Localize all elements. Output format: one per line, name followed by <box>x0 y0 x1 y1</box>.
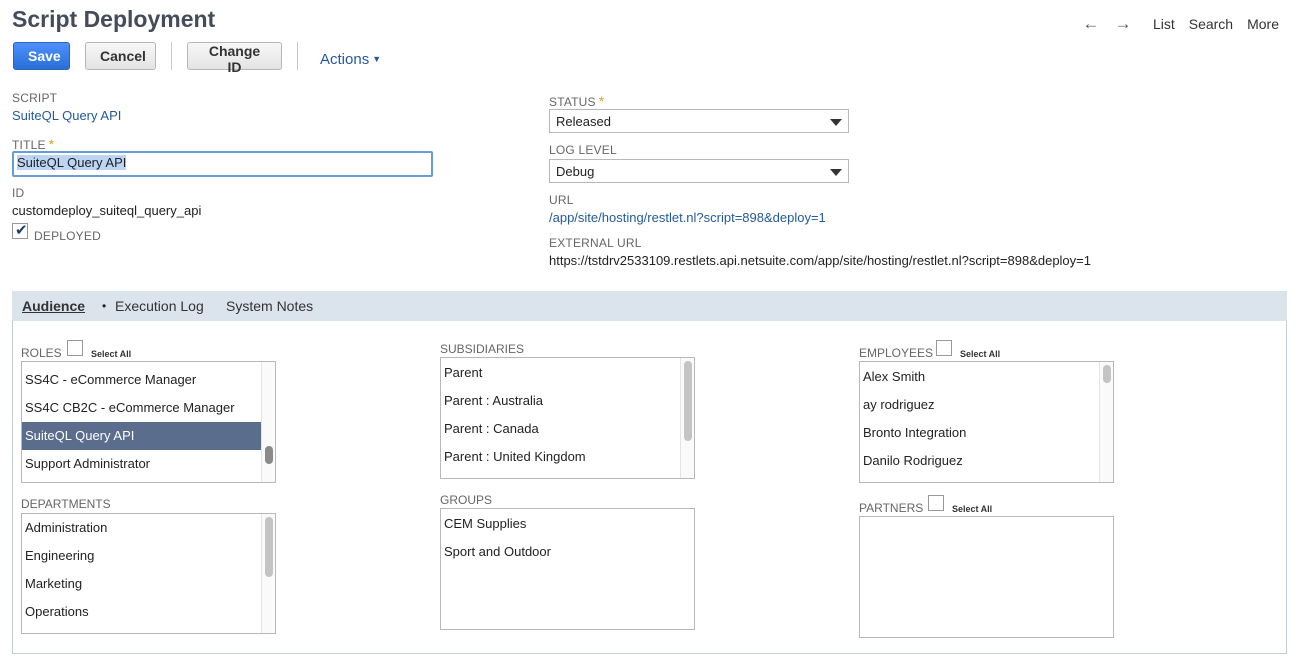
list-item[interactable]: Parent : United Kingdom <box>441 443 680 471</box>
title-input[interactable]: SuiteQL Query API <box>12 151 433 177</box>
required-asterisk-icon: * <box>598 93 605 109</box>
tab-audience[interactable]: Audience <box>22 298 85 314</box>
list-item[interactable]: Support Administrator <box>22 450 261 478</box>
employees-listbox[interactable]: Alex Smith ay rodriguez Bronto Integrati… <box>859 361 1114 483</box>
employees-select-all-checkbox[interactable] <box>936 340 952 356</box>
top-navigation: ← → List Search More <box>1075 14 1279 34</box>
list-item[interactable]: Parent : Australia <box>441 387 680 415</box>
partners-label: PARTNERS <box>859 501 924 515</box>
cancel-button[interactable]: Cancel <box>85 42 156 70</box>
list-item[interactable]: Alex Smith <box>860 363 1099 391</box>
departments-listbox[interactable]: Administration Engineering Marketing Ope… <box>21 513 276 634</box>
groups-label: GROUPS <box>440 493 493 507</box>
scrollbar-thumb[interactable] <box>1103 365 1111 383</box>
deployed-checkbox[interactable]: ✔ <box>12 222 28 239</box>
url-label: URL <box>549 193 574 207</box>
scrollbar-thumb[interactable] <box>684 361 692 441</box>
list-item[interactable]: SS4C CB2C - eCommerce Manager <box>22 394 261 422</box>
roles-listbox[interactable]: SS4C - eCommerce Manager SS4C CB2C - eCo… <box>21 361 276 483</box>
log-level-select[interactable]: Debug <box>549 159 849 183</box>
url-link[interactable]: /app/site/hosting/restlet.nl?script=898&… <box>549 210 826 225</box>
deployed-label: DEPLOYED <box>34 229 101 243</box>
change-id-button[interactable]: Change ID <box>187 42 282 75</box>
external-url-label: EXTERNAL URL <box>549 236 642 250</box>
list-item[interactable]: Bronto Integration <box>860 419 1099 447</box>
list-item[interactable]: SS4C - eCommerce Manager <box>22 366 261 394</box>
scrollbar[interactable] <box>261 514 275 633</box>
toolbar-separator <box>171 42 172 70</box>
tab-dot-icon: • <box>102 299 107 313</box>
list-item[interactable]: Marketing <box>22 570 261 598</box>
list-item[interactable]: Engineering <box>22 542 261 570</box>
partners-listbox[interactable] <box>859 516 1114 638</box>
departments-label: DEPARTMENTS <box>21 497 111 511</box>
list-item[interactable]: Operations <box>22 598 261 626</box>
list-item[interactable]: Administration <box>22 514 261 542</box>
required-asterisk-icon: * <box>48 136 55 152</box>
subsidiaries-listbox[interactable]: Parent Parent : Australia Parent : Canad… <box>440 357 695 479</box>
partners-select-all-label: Select All <box>952 504 993 514</box>
script-label: SCRIPT <box>12 91 58 105</box>
title-label: TITLE * <box>12 136 55 152</box>
actions-label: Actions <box>320 51 370 68</box>
dropdown-arrow-icon <box>830 169 842 176</box>
subtab-bar: Audience • Execution Log System Notes <box>12 291 1287 321</box>
forward-arrow-icon[interactable]: → <box>1107 14 1139 34</box>
status-label: STATUS * <box>549 93 605 109</box>
list-item[interactable]: Sport and Outdoor <box>441 538 691 566</box>
actions-menu[interactable]: Actions ▼ <box>320 51 381 68</box>
list-item[interactable]: Danilo Rodriguez <box>860 447 1099 475</box>
partners-select-all-checkbox[interactable] <box>928 495 944 511</box>
roles-select-all-label: Select All <box>91 349 132 359</box>
toolbar-separator <box>297 42 298 70</box>
employees-label: EMPLOYEES <box>859 346 934 360</box>
list-link[interactable]: List <box>1153 16 1175 32</box>
search-link[interactable]: Search <box>1189 16 1233 32</box>
roles-select-all-checkbox[interactable] <box>67 340 83 356</box>
tab-system-notes[interactable]: System Notes <box>226 298 313 314</box>
status-select[interactable]: Released <box>549 109 849 133</box>
external-url-value: https://tstdrv2533109.restlets.api.netsu… <box>549 253 1091 268</box>
id-value: customdeploy_suiteql_query_api <box>12 203 202 218</box>
title-input-value: SuiteQL Query API <box>17 155 127 170</box>
tab-execution-log[interactable]: Execution Log <box>115 298 204 314</box>
employees-select-all-label: Select All <box>960 349 1001 359</box>
subsidiaries-label: SUBSIDIARIES <box>440 342 525 356</box>
list-item[interactable]: ay rodriguez <box>860 391 1099 419</box>
checkmark-icon: ✔ <box>15 222 28 239</box>
log-level-select-value: Debug <box>556 164 595 179</box>
log-level-label: LOG LEVEL <box>549 143 617 157</box>
list-item[interactable]: CEM Supplies <box>441 510 691 538</box>
back-arrow-icon[interactable]: ← <box>1075 14 1107 34</box>
list-item-selected[interactable]: SuiteQL Query API <box>22 422 261 450</box>
scrollbar-thumb[interactable] <box>265 517 273 577</box>
page-title: Script Deployment <box>12 6 216 32</box>
list-item[interactable]: Parent <box>441 359 680 387</box>
scrollbar-thumb[interactable] <box>265 446 273 464</box>
roles-label: ROLES <box>21 346 62 360</box>
scrollbar[interactable] <box>1099 362 1113 482</box>
groups-listbox[interactable]: CEM Supplies Sport and Outdoor <box>440 508 695 630</box>
list-item[interactable]: Parent : Canada <box>441 415 680 443</box>
id-label: ID <box>12 186 25 200</box>
scrollbar[interactable] <box>680 358 694 478</box>
save-button[interactable]: Save <box>13 42 70 70</box>
dropdown-arrow-icon <box>830 119 842 126</box>
caret-down-icon: ▼ <box>372 54 382 64</box>
scrollbar[interactable] <box>261 362 275 482</box>
status-select-value: Released <box>556 114 611 129</box>
more-link[interactable]: More <box>1247 16 1279 32</box>
script-link[interactable]: SuiteQL Query API <box>12 108 121 123</box>
